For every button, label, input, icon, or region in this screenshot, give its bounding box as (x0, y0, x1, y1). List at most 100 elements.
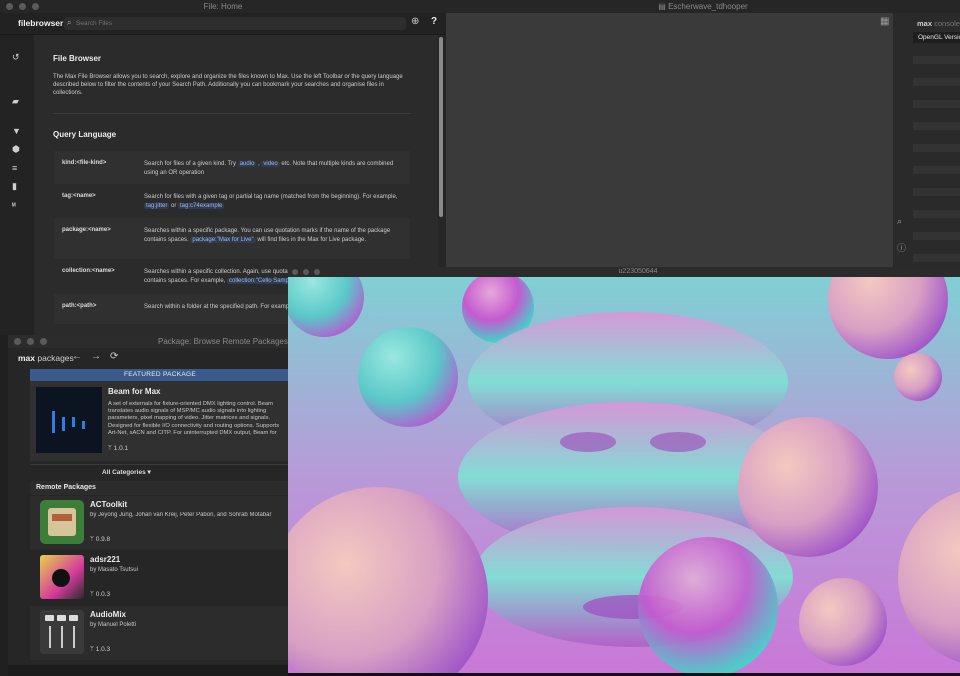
query-tag-link[interactable]: package:"Max for Live" (190, 236, 256, 243)
list-icon[interactable]: ≡ (12, 163, 17, 173)
sphere (894, 353, 942, 401)
intro-text: The Max File Browser allows you to searc… (53, 74, 403, 96)
patcher-canvas[interactable] (446, 13, 893, 270)
console-line: OpenGL Version (913, 32, 960, 43)
package-thumbnail (40, 610, 84, 654)
remote-heading: Remote Packages (36, 484, 96, 491)
query-key: path:<path> (62, 303, 97, 309)
render-titlebar: u223050644 (288, 267, 960, 277)
grid-icon[interactable]: ▦ (880, 16, 889, 27)
window-controls[interactable] (14, 338, 47, 345)
sphere (799, 578, 887, 666)
console-row (913, 144, 960, 152)
package-authors: by Jeyong Jung, Johan van Kreij, Peter P… (90, 512, 272, 518)
package-version: ᛘ 1.0.3 (90, 646, 111, 653)
query-description: Search for files of a given kind. Try au… (144, 161, 394, 176)
list-item[interactable]: AudioMix by Manuel Poletti ᛘ 1.0.3 (30, 606, 290, 660)
featured-name: Beam for Max (108, 387, 161, 396)
zoom-icon[interactable]: ⊕ (411, 16, 419, 27)
package-titlebar: Package: Browse Remote Packages (8, 335, 298, 348)
sphere (638, 537, 778, 673)
featured-thumbnail (36, 387, 102, 453)
chevron-down-icon: ▾ (147, 469, 151, 476)
scrollbar-thumb[interactable] (439, 37, 443, 217)
search-field[interactable]: ⌕ (64, 17, 406, 30)
query-description: Searches within a specific package. You … (144, 228, 391, 243)
search-input[interactable] (76, 18, 396, 29)
package-version: ᛘ 0.0.3 (90, 591, 111, 598)
left-edge (0, 335, 8, 676)
file-browser-sidebar: ↺ ▰ ▼ ⬢ ≡ ▮ ᴹ (0, 35, 34, 340)
package-thumbnail (40, 500, 84, 544)
sphere (358, 327, 458, 427)
page-title: File Browser (53, 54, 102, 63)
console-row (913, 100, 960, 108)
divider (30, 464, 290, 465)
patcher-right-strip: ⌕ ⓘ (893, 13, 911, 270)
query-key: package:<name> (62, 227, 111, 233)
minimize-button[interactable] (27, 338, 34, 345)
info-icon[interactable]: ⓘ (897, 241, 906, 254)
query-key: collection:<name> (62, 268, 115, 274)
history-icon[interactable]: ↺ (12, 52, 20, 63)
max-console: max console OpenGL Version (911, 13, 960, 270)
filter-icon[interactable]: ▼ (12, 126, 21, 136)
package-name: AudioMix (90, 610, 126, 619)
bookmark-icon[interactable]: ▮ (12, 181, 17, 192)
console-row (913, 254, 960, 262)
featured-package[interactable]: Beam for Max A set of externals for fixt… (30, 381, 290, 461)
featured-description: A set of externals for fixture-oriented … (108, 401, 280, 436)
package-nav: max packages ← → ⟳ (8, 348, 298, 368)
featured-banner: FEATURED PACKAGE (30, 369, 290, 381)
back-arrow-icon[interactable]: ← (72, 351, 82, 362)
packages-brand: max packages (18, 353, 74, 363)
render-output[interactable] (288, 277, 960, 673)
console-row (913, 56, 960, 64)
query-row: kind:<file-kind> Search for files of a g… (54, 151, 410, 184)
query-key: kind:<file-kind> (62, 160, 107, 166)
query-row: tag:<name> Search for files with a given… (54, 184, 410, 218)
query-tag-link[interactable]: tag:jitter (144, 202, 170, 209)
query-tag-link[interactable]: video (261, 161, 280, 167)
max-logo-icon[interactable]: ᴹ (12, 203, 16, 210)
search-icon[interactable]: ⌕ (897, 216, 902, 227)
console-title: max console (917, 19, 960, 28)
query-row: package:<name> Searches within a specifi… (54, 218, 410, 259)
patcher-toolbar: ▦ (446, 13, 960, 34)
query-key: tag:<name> (62, 193, 96, 199)
package-thumbnail (40, 555, 84, 599)
refresh-icon[interactable]: ⟳ (110, 351, 118, 362)
close-button[interactable] (14, 338, 21, 345)
package-authors: by Manuel Poletti (90, 622, 137, 628)
forward-arrow-icon[interactable]: → (91, 351, 101, 362)
query-tag-link[interactable]: audio (237, 161, 257, 167)
zoom-button[interactable] (40, 338, 47, 345)
package-name: ACToolkit (90, 500, 128, 509)
render-title: u223050644 (618, 268, 658, 275)
file-browser-title: File: Home (203, 2, 243, 11)
package-icon[interactable]: ⬢ (12, 144, 20, 155)
console-row (913, 166, 960, 174)
console-row (913, 188, 960, 196)
package-name: adsr221 (90, 555, 121, 564)
console-row (913, 232, 960, 240)
folder-add-icon[interactable]: ▰ (12, 96, 19, 107)
query-tag-link[interactable]: tag:c74example (178, 202, 225, 209)
list-item[interactable]: adsr221 by Masato Tsutsui ᛘ 0.0.3 (30, 551, 290, 605)
brand-label: filebrowser (18, 18, 64, 28)
package-version: ᛘ 0.9.8 (90, 536, 111, 543)
document-icon: ▤ (658, 2, 669, 11)
patcher-title: ▤ Escherwave_tdhooper (658, 2, 748, 11)
help-button[interactable]: ? (431, 16, 437, 27)
sphere (738, 417, 878, 557)
query-heading: Query Language (53, 130, 117, 139)
console-row (913, 122, 960, 130)
featured-version: ᛘ 1.0.1 (108, 445, 129, 452)
package-authors: by Masato Tsutsui (90, 567, 138, 573)
patcher-titlebar: ▤ Escherwave_tdhooper (446, 0, 960, 13)
query-description: Search for files with a given tag or par… (144, 194, 398, 209)
package-window-title: Package: Browse Remote Packages (158, 337, 288, 346)
category-dropdown[interactable]: All Categories ▾ (102, 468, 151, 476)
divider (53, 113, 411, 114)
list-item[interactable]: ACToolkit by Jeyong Jung, Johan van Krei… (30, 496, 290, 550)
